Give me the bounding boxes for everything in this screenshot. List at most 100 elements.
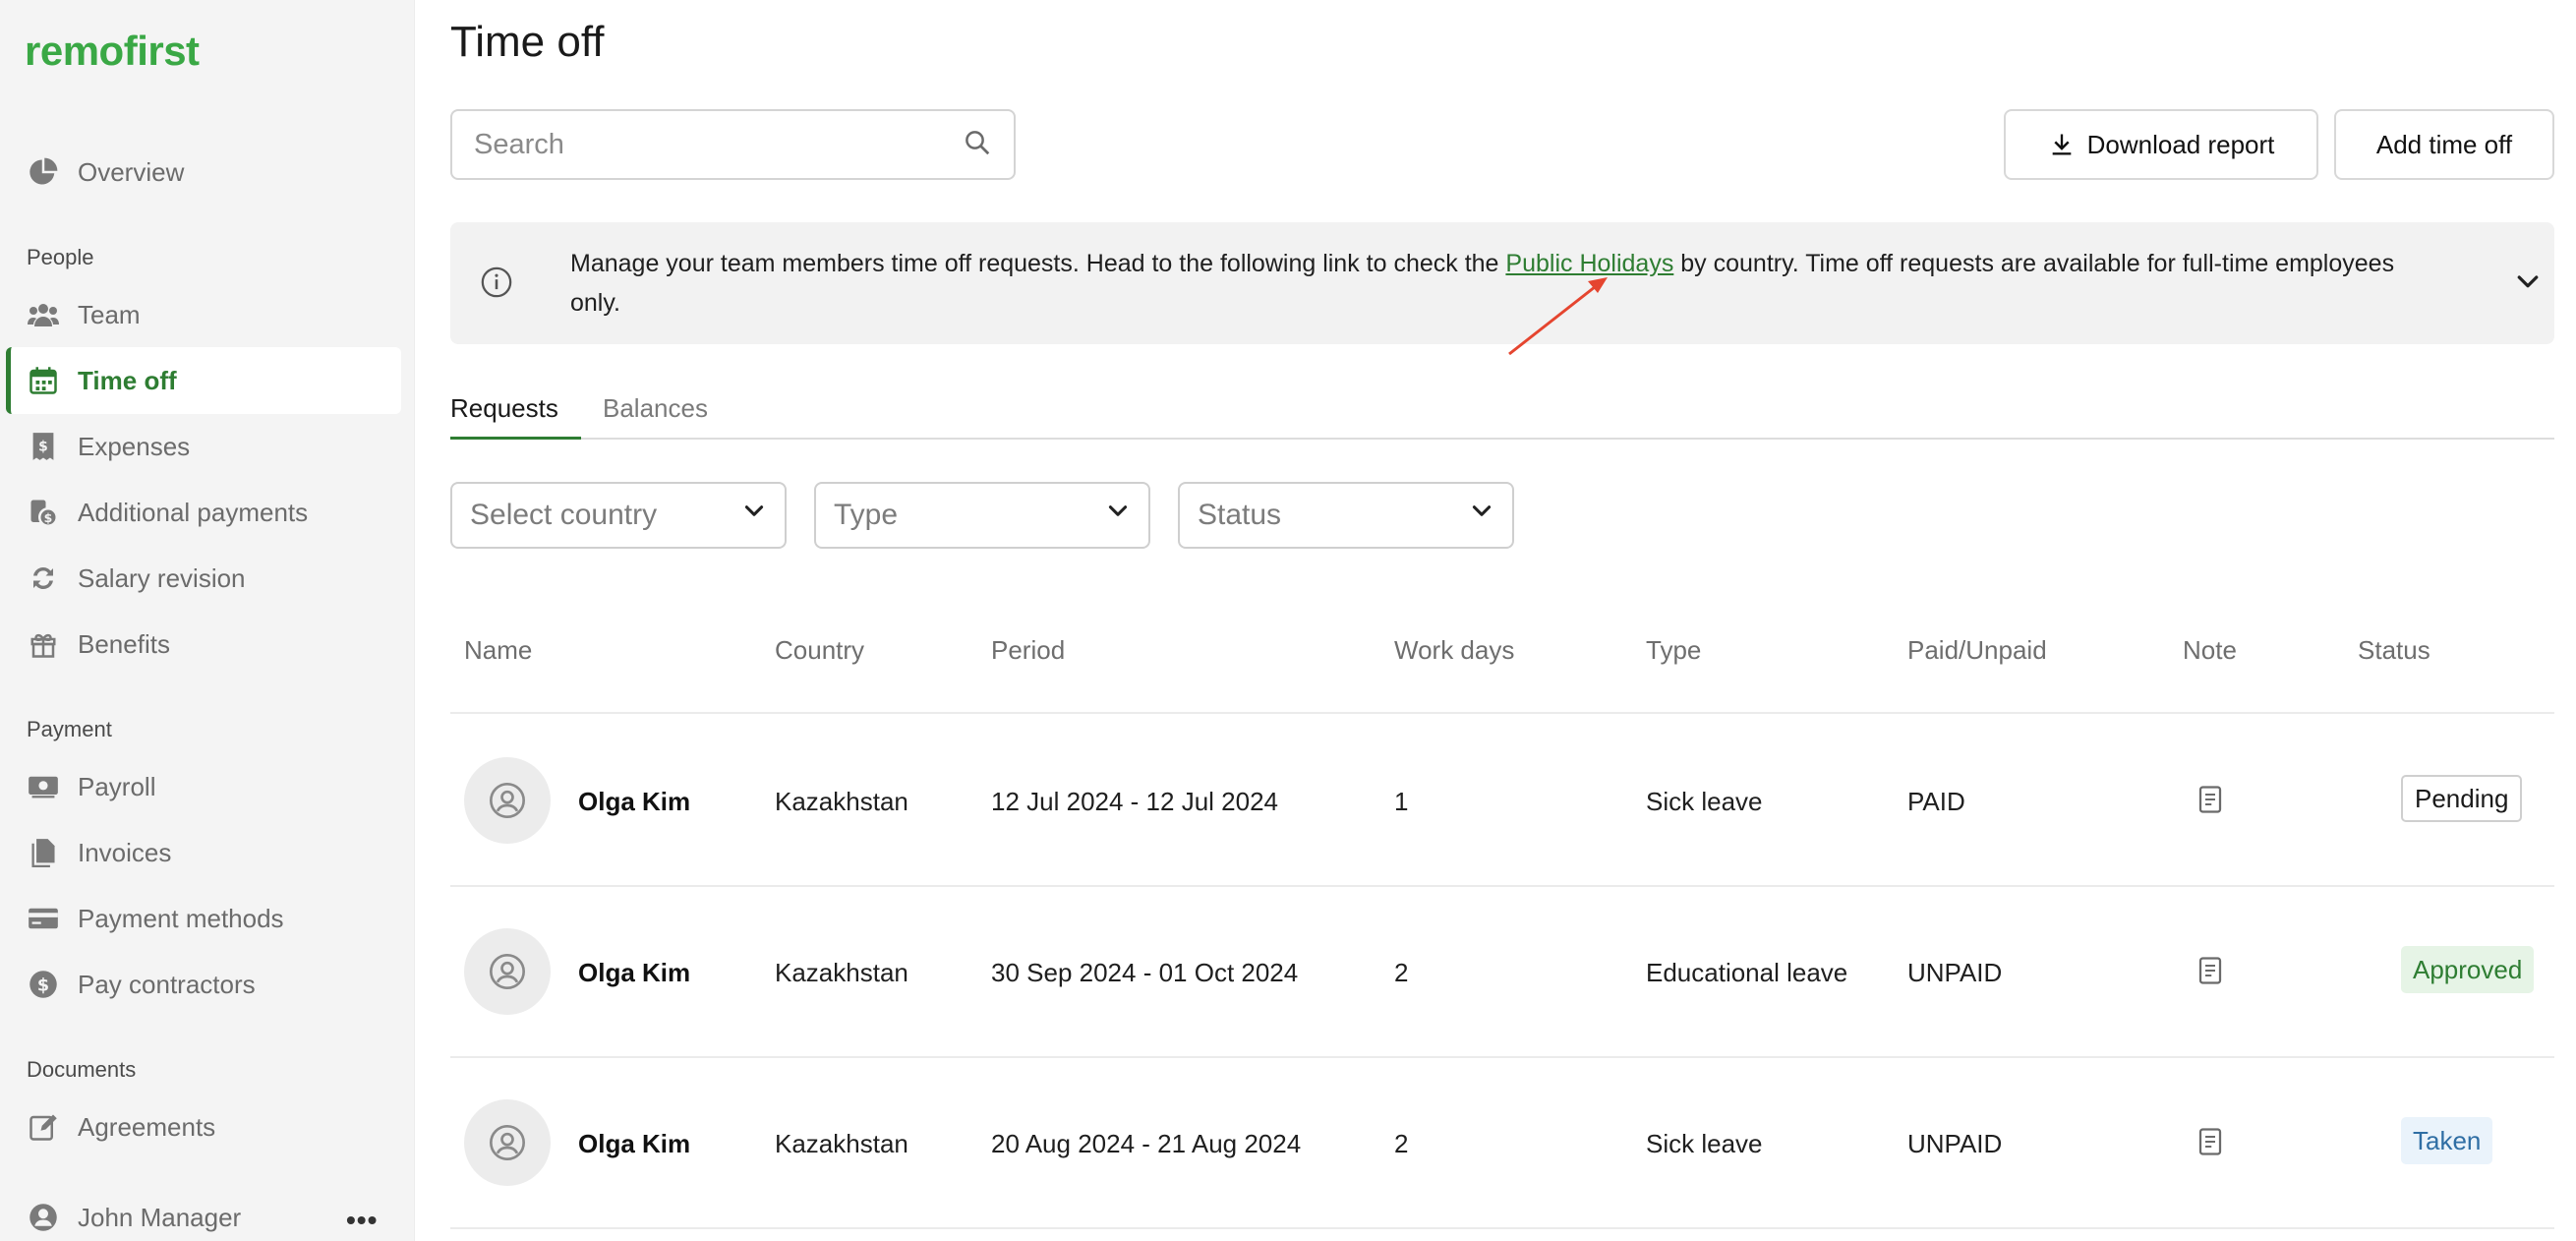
search-input[interactable]	[474, 128, 963, 161]
receipt-icon: $	[27, 430, 60, 463]
sidebar-item-label: Team	[78, 299, 141, 329]
chevron-down-icon	[741, 499, 767, 532]
sidebar-item-additional-payments[interactable]: $ Additional payments	[6, 479, 401, 546]
sidebar-item-label: Benefits	[78, 628, 170, 659]
annotation-arrow-icon	[1508, 277, 1608, 356]
column-header-work-days: Work days	[1394, 635, 1515, 665]
employee-name: Olga Kim	[578, 958, 691, 987]
sidebar-user[interactable]: John Manager	[6, 1184, 401, 1241]
paid-cell: UNPAID	[1907, 958, 2003, 987]
avatar	[464, 928, 551, 1015]
column-header-status: Status	[2358, 635, 2430, 665]
sidebar-item-agreements[interactable]: Agreements	[6, 1093, 401, 1160]
user-avatar-icon	[490, 783, 525, 818]
type-cell: Sick leave	[1646, 1129, 1763, 1158]
note-icon[interactable]	[2197, 1127, 2223, 1161]
column-header-period: Period	[991, 635, 1066, 665]
sidebar-item-expenses[interactable]: $ Expenses	[6, 413, 401, 480]
period-cell: 12 Jul 2024 - 12 Jul 2024	[991, 787, 1278, 816]
sidebar-item-payment-methods[interactable]: Payment methods	[6, 885, 401, 952]
edit-icon	[27, 1110, 60, 1144]
table-row[interactable]: Olga Kim Kazakhstan 20 Aug 2024 - 21 Aug…	[450, 1058, 2554, 1229]
status-select[interactable]: Status	[1178, 482, 1514, 549]
status-badge: Approved	[2401, 946, 2535, 993]
paid-cell: PAID	[1907, 787, 1965, 816]
country-select[interactable]: Select country	[450, 482, 787, 549]
section-payment: Payment	[27, 717, 112, 741]
page-title: Time off	[450, 18, 605, 66]
sidebar-item-label: Additional payments	[78, 497, 309, 527]
status-select-value: Status	[1198, 499, 1282, 531]
table-row[interactable]: Olga Kim Kazakhstan 12 Jul 2024 - 12 Jul…	[450, 716, 2554, 887]
period-cell: 20 Aug 2024 - 21 Aug 2024	[991, 1129, 1302, 1158]
section-people: People	[27, 245, 94, 269]
svg-text:$: $	[37, 975, 49, 995]
dollar-icon: $	[27, 968, 60, 1001]
sidebar-item-label: Salary revision	[78, 562, 246, 593]
table-row[interactable]: Olga Kim Kazakhstan 30 Sep 2024 - 01 Oct…	[450, 887, 2554, 1058]
chevron-down-icon	[1105, 499, 1131, 532]
employee-name: Olga Kim	[578, 1129, 691, 1158]
download-report-label: Download report	[2086, 129, 2275, 159]
tab-balances[interactable]: Balances	[603, 393, 708, 424]
svg-text:$: $	[44, 510, 53, 525]
download-icon	[2048, 131, 2076, 158]
table-header: Name Country Period Work days Type Paid/…	[450, 618, 2554, 714]
column-header-name: Name	[464, 635, 533, 665]
sidebar-item-label: Payment methods	[78, 903, 284, 933]
user-icon	[27, 1201, 60, 1234]
type-select[interactable]: Type	[814, 482, 1150, 549]
country-select-value: Select country	[470, 499, 658, 531]
note-icon[interactable]	[2197, 785, 2223, 819]
period-cell: 30 Sep 2024 - 01 Oct 2024	[991, 958, 1299, 987]
tabs: Requests Balances	[450, 385, 2554, 440]
refresh-icon	[27, 561, 60, 595]
chevron-down-icon	[1469, 499, 1494, 532]
user-name: John Manager	[78, 1202, 242, 1232]
avatar	[464, 757, 551, 844]
column-header-country: Country	[775, 635, 865, 665]
credit-card-icon	[27, 902, 60, 935]
sidebar-item-invoices[interactable]: Invoices	[6, 819, 401, 886]
calendar-icon	[27, 364, 60, 397]
main-content: Time off Download report Add time off Ma…	[415, 0, 2576, 1241]
chevron-down-icon[interactable]	[2513, 267, 2543, 302]
sidebar-item-pay-contractors[interactable]: $ Pay contractors	[6, 951, 401, 1018]
sidebar-item-overview[interactable]: Overview	[6, 139, 401, 206]
download-report-button[interactable]: Download report	[2004, 109, 2318, 180]
logo[interactable]: remofirst	[25, 28, 200, 75]
employee-name: Olga Kim	[578, 787, 691, 816]
sidebar-item-label: Overview	[78, 156, 185, 187]
note-icon[interactable]	[2197, 956, 2223, 990]
paid-cell: UNPAID	[1907, 1129, 2003, 1158]
section-documents: Documents	[27, 1057, 137, 1082]
user-avatar-icon	[490, 954, 525, 989]
sidebar-item-benefits[interactable]: Benefits	[6, 611, 401, 678]
sidebar-item-time-off[interactable]: Time off	[6, 347, 401, 414]
more-options-icon[interactable]: •••	[346, 1205, 378, 1236]
info-icon	[480, 266, 513, 304]
work-days-cell: 2	[1394, 958, 1409, 987]
sidebar-item-label: Time off	[78, 365, 177, 395]
sidebar-item-label: Payroll	[78, 771, 156, 801]
info-text-start: Manage your team members time off reques…	[570, 250, 1506, 277]
money-icon	[27, 770, 60, 803]
tab-requests[interactable]: Requests	[450, 393, 581, 440]
sidebar: remofirst Overview People Team Time off …	[0, 0, 415, 1241]
avatar	[464, 1099, 551, 1186]
sidebar-item-salary-revision[interactable]: Salary revision	[6, 545, 401, 612]
search-box[interactable]	[450, 109, 1016, 180]
type-cell: Sick leave	[1646, 787, 1763, 816]
sidebar-item-label: Invoices	[78, 837, 172, 867]
search-icon[interactable]	[963, 128, 992, 162]
country-cell: Kazakhstan	[775, 787, 908, 816]
column-header-note: Note	[2183, 635, 2237, 665]
column-header-type: Type	[1646, 635, 1702, 665]
sidebar-item-team[interactable]: Team	[6, 281, 401, 348]
add-time-off-button[interactable]: Add time off	[2334, 109, 2554, 180]
country-cell: Kazakhstan	[775, 1129, 908, 1158]
type-cell: Educational leave	[1646, 958, 1848, 987]
team-icon	[27, 298, 60, 331]
sidebar-item-payroll[interactable]: Payroll	[6, 753, 401, 820]
pie-chart-icon	[27, 155, 60, 189]
